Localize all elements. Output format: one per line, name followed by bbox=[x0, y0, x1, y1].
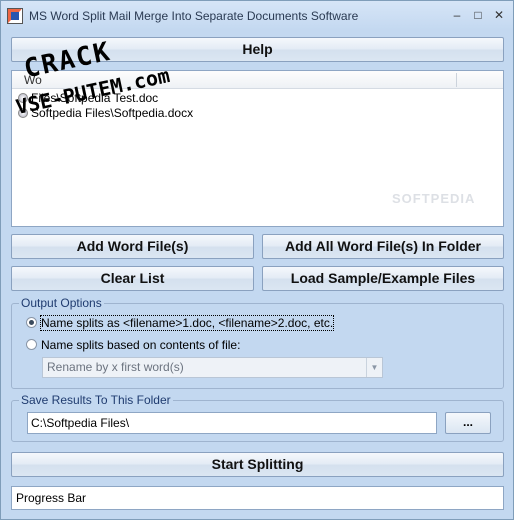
option-by-content-label[interactable]: Name splits based on contents of file: bbox=[41, 338, 240, 352]
browse-folder-button[interactable]: ... bbox=[445, 412, 491, 434]
list-item[interactable]: Files\Softpedia Test.doc bbox=[18, 91, 158, 106]
file-list[interactable]: Wo Files\Softpedia Test.doc Softpedia Fi… bbox=[11, 70, 504, 227]
document-icon bbox=[18, 93, 28, 103]
rename-mode-select[interactable]: Rename by x first word(s) ▼ bbox=[42, 357, 383, 378]
app-window: MS Word Split Mail Merge Into Separate D… bbox=[0, 0, 514, 520]
title-bar: MS Word Split Mail Merge Into Separate D… bbox=[1, 1, 513, 31]
chevron-down-icon[interactable]: ▼ bbox=[366, 358, 382, 377]
start-splitting-button[interactable]: Start Splitting bbox=[11, 452, 504, 477]
add-all-in-folder-button[interactable]: Add All Word File(s) In Folder bbox=[262, 234, 504, 259]
save-folder-label: Save Results To This Folder bbox=[19, 393, 173, 407]
progress-bar: Progress Bar bbox=[11, 486, 504, 510]
document-icon bbox=[18, 108, 28, 118]
rename-mode-value: Rename by x first word(s) bbox=[47, 360, 184, 374]
save-folder-group: Save Results To This Folder C:\Softpedia… bbox=[11, 393, 504, 442]
name-splits-by-content-option[interactable]: Name splits based on contents of file: bbox=[26, 338, 240, 352]
softpedia-watermark: SOFTPEDIA bbox=[392, 191, 476, 206]
list-item-text: Files\Softpedia Test.doc bbox=[31, 91, 159, 105]
maximize-button[interactable]: □ bbox=[469, 7, 487, 23]
add-word-files-button[interactable]: Add Word File(s) bbox=[11, 234, 254, 259]
column-header[interactable]: Wo bbox=[24, 73, 42, 87]
save-folder-input[interactable]: C:\Softpedia Files\ bbox=[27, 412, 437, 434]
load-sample-files-button[interactable]: Load Sample/Example Files bbox=[262, 266, 504, 291]
output-options-label: Output Options bbox=[19, 296, 104, 310]
option-numbered-label[interactable]: Name splits as <filename>1.doc, <filenam… bbox=[39, 315, 335, 331]
close-button[interactable]: ✕ bbox=[490, 7, 508, 23]
list-item-text: Softpedia Files\Softpedia.docx bbox=[31, 106, 194, 120]
app-icon bbox=[7, 8, 23, 24]
radio-numbered[interactable] bbox=[26, 317, 37, 328]
window-title: MS Word Split Mail Merge Into Separate D… bbox=[29, 9, 359, 23]
file-list-header: Wo bbox=[12, 71, 503, 89]
name-splits-numbered-option[interactable]: Name splits as <filename>1.doc, <filenam… bbox=[26, 315, 335, 331]
clear-list-button[interactable]: Clear List bbox=[11, 266, 254, 291]
list-item[interactable]: Softpedia Files\Softpedia.docx bbox=[18, 106, 193, 121]
minimize-button[interactable]: – bbox=[448, 7, 466, 23]
output-options-group: Output Options Name splits as <filename>… bbox=[11, 296, 504, 389]
radio-by-content[interactable] bbox=[26, 339, 37, 350]
column-divider[interactable] bbox=[456, 73, 457, 87]
help-button[interactable]: Help bbox=[11, 37, 504, 62]
